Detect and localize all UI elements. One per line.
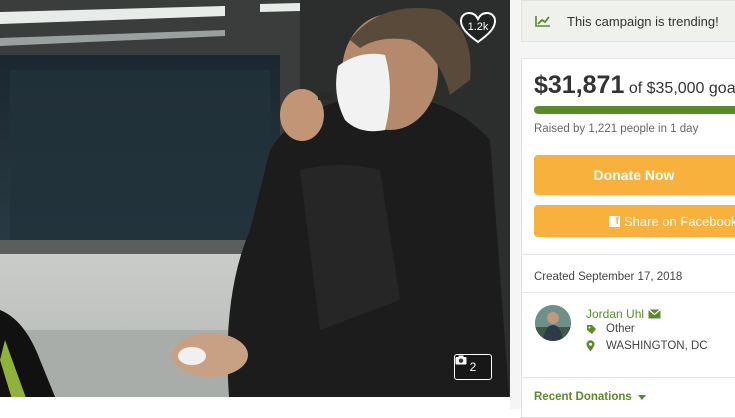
caret-down-icon [637,394,646,400]
camera-icon [455,355,467,365]
share-facebook-label: Share on Facebook [624,213,735,229]
progress-bar [534,106,735,114]
location-row: WASHINGTON, DC [586,340,708,352]
progress-bar-fill [534,106,735,114]
photo-count-label: 2 [469,360,477,374]
favorites-count: 1.2k [467,21,489,33]
recent-donations-toggle[interactable]: Recent Donations [534,391,646,403]
photo-gallery-button[interactable]: 2 [454,354,492,380]
donate-now-button[interactable]: Donate Now [534,155,735,195]
raised-amount: $31,871 [534,71,625,99]
campaign-sidebar: This campaign is trending! $31,871 of $3… [510,0,735,418]
category-label: Other [606,323,635,335]
share-facebook-button[interactable]: f Share on Facebook [534,205,735,237]
envelope-icon[interactable] [648,309,661,319]
campaign-photo-image [0,0,510,409]
recent-donations-label: Recent Donations [534,391,632,403]
category-row: Other [586,323,635,335]
divider [522,254,735,255]
raised-by-text: Raised by 1,221 people in 1 day [534,123,699,135]
tag-icon [586,324,606,335]
organizer-link[interactable]: Jordan Uhl [586,307,661,321]
location-label: WASHINGTON, DC [606,340,708,352]
organizer-name: Jordan Uhl [586,307,645,321]
photo-bottom-strip [0,397,510,409]
trending-chart-icon [535,16,550,27]
amount-line: $31,871 of $35,000 goal [534,71,735,100]
map-pin-icon [586,340,606,352]
donation-card: $31,871 of $35,000 goal Raised by 1,221 … [521,58,735,418]
divider [522,292,735,293]
trending-text: This campaign is trending! [567,14,719,29]
facebook-icon: f [609,215,620,227]
divider [522,377,735,378]
trending-banner: This campaign is trending! [521,0,735,42]
goal-text: of $35,000 goal [628,80,735,97]
organizer-avatar[interactable] [535,305,571,341]
favorites-badge[interactable]: 1.2k [459,12,497,44]
avatar-image [535,305,571,341]
campaign-photo[interactable]: 1.2k 2 [0,0,510,409]
created-date: Created September 17, 2018 [534,271,683,283]
